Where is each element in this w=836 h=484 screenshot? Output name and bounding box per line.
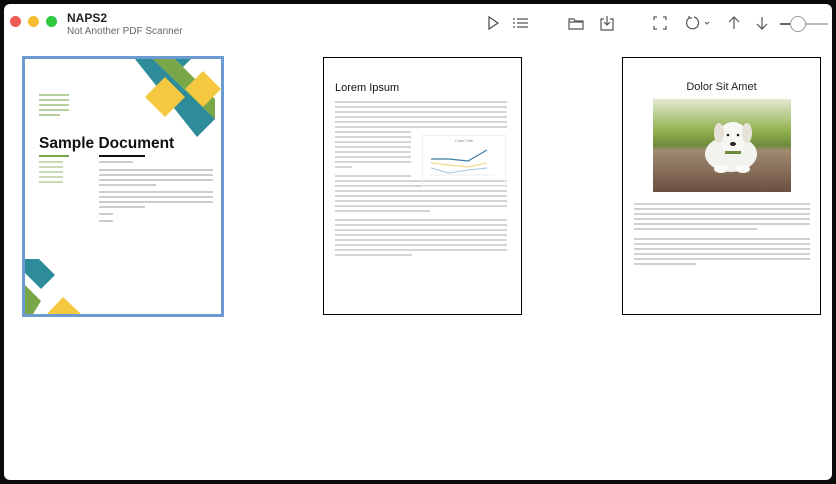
embedded-chart: Chart Title [422, 135, 506, 187]
page-2-title: Lorem Ipsum [335, 82, 400, 94]
open-folder-icon[interactable] [567, 14, 585, 32]
page-thumbnail-3[interactable]: Dolor Sit Amet [622, 57, 821, 315]
move-down-icon[interactable] [753, 14, 771, 32]
page-3-text [634, 203, 810, 268]
slider-knob[interactable] [790, 16, 806, 32]
page-thumbnail-1[interactable]: Sample Document [22, 56, 224, 317]
letter-body [99, 161, 213, 225]
profiles-list-icon[interactable] [512, 14, 530, 32]
app-subtitle: Not Another PDF Scanner [67, 26, 183, 37]
scan-play-icon[interactable] [484, 14, 502, 32]
side-info [39, 161, 63, 186]
app-title: NAPS2 [67, 11, 108, 25]
move-up-icon[interactable] [725, 14, 743, 32]
thumbnail-size-slider[interactable] [780, 16, 832, 32]
zoom-button[interactable] [46, 16, 57, 27]
puppy-photo [653, 99, 791, 192]
black-rule [99, 155, 145, 157]
window-controls [10, 16, 57, 27]
page-3-title: Dolor Sit Amet [686, 81, 757, 93]
sender-info [39, 94, 69, 119]
page-thumbnail-2[interactable]: Lorem Ipsum Chart Title [323, 57, 522, 315]
import-save-icon[interactable] [598, 14, 616, 32]
app-window: NAPS2 Not Another PDF Scanner Sample Doc… [4, 4, 832, 480]
green-rule [39, 155, 69, 157]
close-button[interactable] [10, 16, 21, 27]
page-1-title: Sample Document [39, 135, 175, 152]
minimize-button[interactable] [28, 16, 39, 27]
chart-lines [429, 149, 495, 176]
crop-icon[interactable] [651, 14, 669, 32]
rotate-icon[interactable] [684, 14, 714, 32]
